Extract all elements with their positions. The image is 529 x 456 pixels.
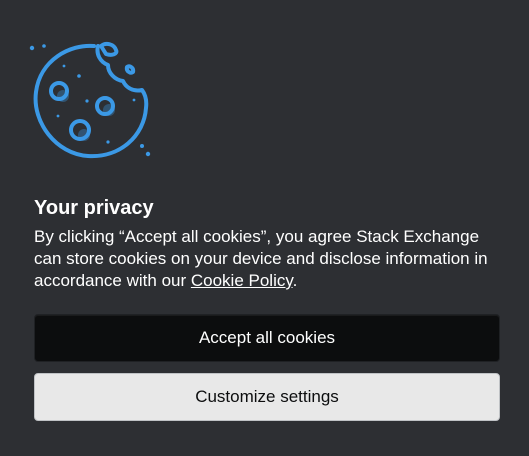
dialog-title: Your privacy: [34, 197, 154, 219]
message-period: .: [292, 271, 298, 290]
accept-all-cookies-button[interactable]: Accept all cookies: [34, 314, 500, 362]
cookie-consent-dialog: Your privacy By clicking “Accept all coo…: [0, 0, 529, 456]
cookie-policy-link[interactable]: Cookie Policy: [191, 271, 293, 290]
customize-settings-button[interactable]: Customize settings: [34, 373, 500, 421]
cookie-icon: [26, 38, 158, 164]
dialog-message: By clicking “Accept all cookies”, you ag…: [34, 226, 504, 292]
